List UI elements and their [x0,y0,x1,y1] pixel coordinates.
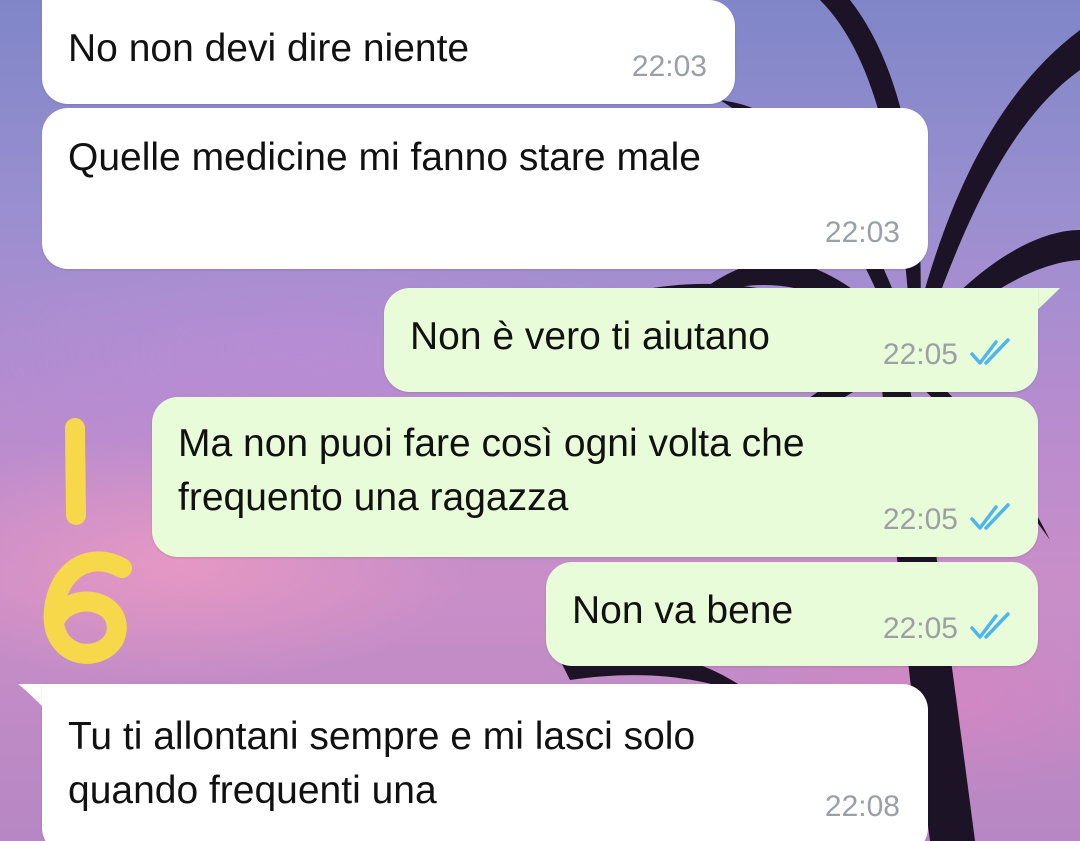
message-timestamp: 22:03 [631,50,707,83]
message-timestamp: 22:05 [882,503,958,536]
message-timestamp: 22:08 [824,790,900,823]
message-bubble-outgoing[interactable]: Non è vero ti aiutano 22:05 [384,288,1038,392]
message-text: Non va bene [572,589,794,632]
read-double-check-icon [970,612,1010,639]
message-text: Tu ti allontani sempre e mi lasci solo q… [68,715,696,812]
message-bubble-outgoing[interactable]: Ma non puoi fare così ogni volta che fre… [152,397,1038,557]
message-timestamp: 22:05 [882,338,958,371]
message-timestamp: 22:05 [882,612,958,645]
read-double-check-icon [970,338,1010,365]
read-double-check-icon [970,503,1010,530]
message-text: No non devi dire niente [68,27,470,70]
message-text: Ma non puoi fare così ogni volta che fre… [178,422,805,519]
message-bubble-incoming[interactable]: No non devi dire niente 22:03 [42,0,735,104]
message-bubble-incoming[interactable]: Tu ti allontani sempre e mi lasci solo q… [42,684,928,841]
message-text: Quelle medicine mi fanno stare male [68,136,701,179]
message-bubble-incoming[interactable]: Quelle medicine mi fanno stare male 22:0… [42,108,928,269]
handwritten-16-annotation [43,418,132,664]
message-timestamp: 22:03 [824,216,900,249]
message-bubble-outgoing[interactable]: Non va bene 22:05 [546,562,1038,666]
message-text: Non è vero ti aiutano [410,315,770,358]
